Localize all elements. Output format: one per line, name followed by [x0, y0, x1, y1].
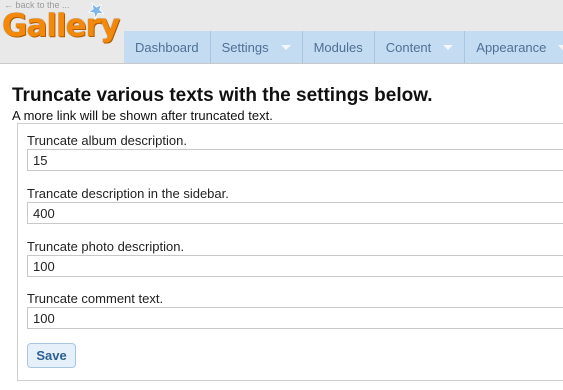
sidebar-description-label: Trancate description in the sidebar.	[27, 186, 229, 201]
nav-settings-label: Settings	[221, 39, 269, 55]
admin-header: ← back to the ... Gallery Dashboard Sett…	[0, 0, 563, 64]
nav-modules[interactable]: Modules	[302, 31, 375, 63]
album-description-label: Truncate album description.	[27, 133, 187, 148]
nav-content-label: Content	[385, 39, 432, 55]
album-description-input[interactable]	[27, 149, 563, 171]
chevron-down-icon	[443, 44, 454, 50]
admin-menu: Dashboard Settings Modules Content Appea…	[124, 31, 563, 63]
page-description: A more link will be shown after truncate…	[12, 108, 273, 123]
nav-modules-label: Modules	[313, 39, 363, 55]
page-title: Truncate various texts with the settings…	[12, 85, 433, 106]
comment-text-input[interactable]	[27, 307, 563, 329]
comment-text-label: Truncate comment text.	[27, 291, 164, 306]
nav-content[interactable]: Content	[374, 31, 466, 63]
photo-description-input[interactable]	[27, 255, 563, 277]
chevron-down-icon	[558, 44, 563, 50]
nav-appearance[interactable]: Appearance	[465, 31, 563, 63]
nav-dashboard[interactable]: Dashboard	[124, 31, 211, 63]
save-button[interactable]: Save	[27, 343, 76, 368]
nav-dashboard-label: Dashboard	[135, 39, 199, 55]
nav-settings[interactable]: Settings	[210, 31, 303, 63]
photo-description-label: Truncate photo description.	[27, 239, 185, 254]
sidebar-description-input[interactable]	[27, 202, 563, 224]
chevron-down-icon	[280, 44, 291, 50]
nav-appearance-label: Appearance	[476, 39, 547, 55]
header-divider	[0, 63, 563, 64]
